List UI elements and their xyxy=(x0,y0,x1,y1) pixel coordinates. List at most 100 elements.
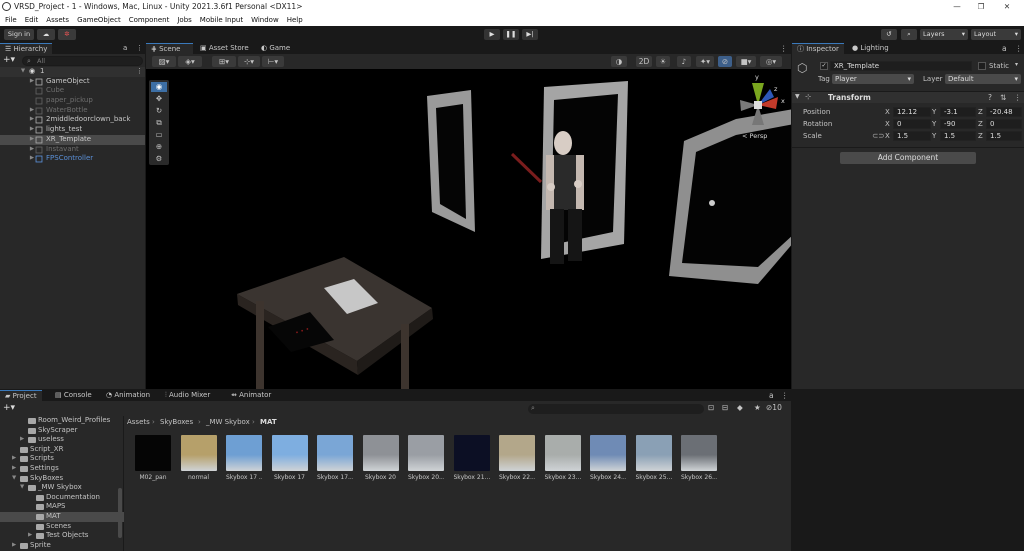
chevron-right-icon[interactable]: ▶ xyxy=(29,135,35,145)
hierarchy-item[interactable]: ▶ GameObject xyxy=(0,77,145,87)
asset-item[interactable]: Skybox 20 xyxy=(362,435,399,481)
hierarchy-item[interactable]: ▶ lights_test xyxy=(0,125,145,135)
hierarchy-item[interactable]: ▶ WaterBottle xyxy=(0,106,145,116)
chevron-right-icon[interactable]: ▶ xyxy=(29,106,35,116)
hierarchy-add-button[interactable]: +▾ xyxy=(3,55,15,65)
tab-animation[interactable]: ◔ Animation xyxy=(101,390,155,401)
project-tree-item[interactable]: ▼ _MW Skybox xyxy=(0,483,124,493)
chevron-right-icon[interactable]: ▶ xyxy=(29,125,35,135)
project-tree-item[interactable]: ▶ useless xyxy=(0,435,124,445)
project-tree-item[interactable]: Scenes xyxy=(0,522,124,532)
scene-root[interactable]: ▼ ◉ 1 ⋮ xyxy=(0,67,145,77)
align-dropdown[interactable]: ⊢▾ xyxy=(262,56,284,67)
more-menu-icon[interactable]: ⋮ xyxy=(136,44,143,52)
hierarchy-item[interactable]: ▶ XR_Template xyxy=(0,134,145,145)
menu-jobs[interactable]: Jobs xyxy=(173,14,195,26)
rotation-x-field[interactable]: 0 xyxy=(893,119,931,129)
hierarchy-item[interactable]: paper_pickup xyxy=(0,96,145,106)
tab-animator[interactable]: ⇴ Animator xyxy=(226,390,276,401)
lock-icon[interactable]: a xyxy=(1002,44,1007,53)
search-button[interactable]: ⌕ xyxy=(901,29,917,40)
project-tree-item[interactable]: ▶ Settings xyxy=(0,464,124,474)
tab-hierarchy[interactable]: ☰ Hierarchy xyxy=(0,43,53,54)
object-name-field[interactable]: XR_Template xyxy=(830,61,972,71)
chevron-right-icon[interactable]: ▶ xyxy=(29,77,35,87)
menu-file[interactable]: File xyxy=(1,14,21,26)
position-z-field[interactable]: -20.48 xyxy=(986,107,1022,117)
tab-scene[interactable]: ⋕ Scene xyxy=(146,43,193,54)
position-x-field[interactable]: 12.12 xyxy=(893,107,931,117)
chevron-right-icon[interactable]: ▶ xyxy=(29,154,35,164)
search-by-type-icon[interactable]: ⊡ xyxy=(708,403,714,412)
project-tree-item[interactable]: Room_Weird_Profiles xyxy=(0,416,124,426)
breadcrumb-skyboxes[interactable]: SkyBoxes xyxy=(160,416,193,428)
undo-history-button[interactable]: ↺ xyxy=(881,29,897,40)
chevron-down-icon[interactable]: ▾ xyxy=(1015,61,1018,68)
hierarchy-item[interactable]: ▶ FPSController xyxy=(0,154,145,164)
scene-viewport[interactable]: • • • xyxy=(146,69,791,389)
camera-dropdown[interactable]: ■▾ xyxy=(736,56,756,67)
project-tree-item[interactable]: MAPS xyxy=(0,502,124,512)
chevron-right-icon[interactable]: ▶ xyxy=(20,435,24,445)
project-search-input[interactable]: ⌕ xyxy=(528,404,704,414)
audio-toggle[interactable]: ♪ xyxy=(677,56,691,67)
pause-button[interactable]: ❚❚ xyxy=(503,29,519,40)
tree-scrollbar[interactable] xyxy=(118,488,122,538)
hierarchy-item[interactable]: ▶ 2middledoorclown_back xyxy=(0,115,145,125)
tag-icon[interactable]: ◆ xyxy=(737,403,743,412)
project-tree-item[interactable]: SkyScraper xyxy=(0,426,124,436)
tab-audio-mixer[interactable]: ⫶ Audio Mixer xyxy=(160,390,215,401)
step-button[interactable]: ▶| xyxy=(522,29,538,40)
hidden-objects-toggle[interactable]: ⊘ xyxy=(718,56,732,67)
menu-edit[interactable]: Edit xyxy=(21,14,43,26)
lighting-toggle[interactable]: ☀ xyxy=(656,56,670,67)
tag-dropdown[interactable]: Player ▾ xyxy=(832,74,914,84)
tab-inspector[interactable]: ⓘ Inspector xyxy=(792,43,844,54)
lock-icon[interactable]: a xyxy=(123,44,127,52)
menu-help[interactable]: Help xyxy=(283,14,307,26)
chevron-right-icon[interactable]: ▶ xyxy=(28,531,32,541)
project-tree-item[interactable]: ▶ Sprite xyxy=(0,541,124,551)
asset-item[interactable]: Skybox 26... xyxy=(681,435,717,481)
pivot-toggle[interactable]: ◑ xyxy=(611,56,627,67)
menu-mobile-input[interactable]: Mobile Input xyxy=(196,14,247,26)
project-tree-item[interactable]: ▶ Scripts xyxy=(0,454,124,464)
asset-item[interactable]: Skybox 17 xyxy=(271,435,308,481)
asset-item[interactable]: normal xyxy=(180,435,217,481)
preset-icon[interactable]: ⇅ xyxy=(1000,93,1006,102)
rotation-z-field[interactable]: 0 xyxy=(986,119,1022,129)
tab-console[interactable]: ▤ Console xyxy=(50,390,97,401)
chevron-right-icon[interactable]: ▶ xyxy=(29,145,35,155)
asset-item[interactable]: Skybox 23... xyxy=(544,435,581,481)
toggle-2d-button[interactable]: 2D xyxy=(636,56,652,67)
chevron-right-icon[interactable]: ▶ xyxy=(12,541,16,551)
layout-dropdown[interactable]: Layout ▾ xyxy=(971,29,1021,40)
asset-item[interactable]: Skybox 17 ... xyxy=(226,435,262,481)
tab-lighting[interactable]: ● Lighting xyxy=(847,43,894,54)
transform-header[interactable]: ▼ ⊹ Transform ? ⇅ ⋮ xyxy=(792,91,1024,103)
effects-dropdown[interactable]: ✦▾ xyxy=(696,56,714,67)
star-icon[interactable]: ★ xyxy=(754,403,761,412)
tab-project[interactable]: ▰ Project xyxy=(0,390,42,401)
close-button[interactable]: ✕ xyxy=(994,0,1020,14)
project-tree-item[interactable]: MAT xyxy=(0,512,124,522)
rotation-y-field[interactable]: -90 xyxy=(940,119,976,129)
chevron-right-icon[interactable]: ▶ xyxy=(12,464,16,474)
tab-game[interactable]: ◐ Game xyxy=(256,43,295,54)
lock-icon[interactable]: a xyxy=(769,391,774,400)
menu-component[interactable]: Component xyxy=(125,14,174,26)
asset-item[interactable]: Skybox 20... xyxy=(408,435,444,481)
breadcrumb-assets[interactable]: Assets xyxy=(127,416,150,428)
layers-dropdown[interactable]: Layers ▾ xyxy=(920,29,968,40)
render-mode-dropdown[interactable]: ◈▾ xyxy=(178,56,202,67)
asset-item[interactable]: Skybox 22... xyxy=(499,435,535,481)
maximize-button[interactable]: ❐ xyxy=(968,0,994,14)
asset-item[interactable]: Skybox 17... xyxy=(317,435,353,481)
chevron-down-icon[interactable]: ▼ xyxy=(12,474,16,484)
layer-dropdown[interactable]: Default ▾ xyxy=(945,74,1021,84)
sign-in-button[interactable]: Sign in xyxy=(4,29,34,40)
gizmos-dropdown[interactable]: ◎▾ xyxy=(760,56,782,67)
hierarchy-item[interactable]: ▶ Instavant xyxy=(0,145,145,155)
menu-assets[interactable]: Assets xyxy=(42,14,73,26)
increment-snap-dropdown[interactable]: ⊹▾ xyxy=(238,56,260,67)
